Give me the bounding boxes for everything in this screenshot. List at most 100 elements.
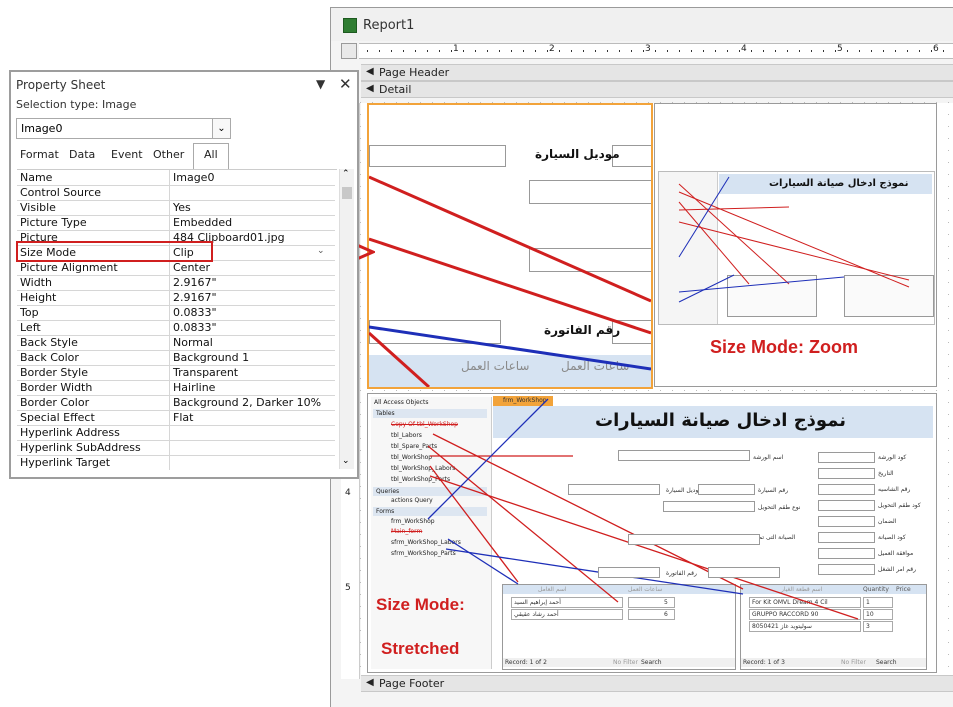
field-input[interactable] [598, 567, 660, 578]
ruler-tick [403, 50, 404, 52]
property-value[interactable]: 0.0833" [173, 306, 333, 319]
image-zoom[interactable]: نموذج ادخال صيانة السيارات Size Mode: Zo… [654, 103, 937, 387]
ruler-tick [847, 50, 848, 52]
property-value[interactable]: Image0 [173, 171, 333, 184]
property-row[interactable]: Left 0.0833" [17, 320, 335, 336]
ruler-tick [799, 50, 800, 52]
property-row[interactable]: Name Image0 [17, 170, 335, 186]
field-label: رقم الشاسيه [878, 486, 911, 493]
tab-other[interactable]: Other [148, 146, 189, 168]
property-row[interactable]: Width 2.9167" [17, 275, 335, 291]
property-row[interactable]: Back Style Normal [17, 335, 335, 351]
property-value[interactable]: Background 2, Darker 10% [173, 396, 333, 409]
property-row[interactable]: Hyperlink Address [17, 425, 335, 441]
ruler-number: 4 [741, 44, 747, 54]
property-row[interactable]: Control Source [17, 185, 335, 201]
ruler-tick [835, 50, 836, 52]
field-input[interactable] [818, 468, 875, 479]
scroll-thumb[interactable] [342, 187, 352, 199]
property-value[interactable]: Hairline [173, 381, 333, 394]
field-input[interactable] [818, 500, 875, 511]
property-value[interactable]: Transparent [173, 366, 333, 379]
field-input[interactable] [708, 567, 780, 578]
property-sheet-title: Property Sheet [16, 78, 106, 92]
field-input[interactable] [818, 564, 875, 575]
scroll-up-icon[interactable]: ⌃ [342, 169, 350, 179]
field-input[interactable] [663, 501, 755, 512]
dropdown-icon[interactable]: ▼ [316, 77, 325, 91]
ruler-tick [679, 50, 680, 52]
object-selector-combo[interactable]: Image0 ⌄ [16, 118, 231, 139]
field-input[interactable] [628, 534, 760, 545]
tab-format[interactable]: Format [15, 146, 64, 168]
ruler-tick [763, 50, 764, 52]
property-row[interactable]: Picture Type Embedded [17, 215, 335, 231]
ruler-tick [727, 50, 728, 52]
property-value[interactable]: Center [173, 261, 333, 274]
property-row[interactable]: Picture Alignment Center [17, 260, 335, 276]
scroll-down-icon[interactable]: ⌄ [342, 456, 350, 466]
property-value[interactable]: 0.0833" [173, 321, 333, 334]
close-icon[interactable]: ✕ [339, 75, 352, 93]
property-row[interactable]: Height 2.9167" [17, 290, 335, 306]
tab-data[interactable]: Data [64, 146, 100, 168]
property-value[interactable]: Normal [173, 336, 333, 349]
field-input[interactable] [818, 516, 875, 527]
ruler-tick [691, 50, 692, 52]
property-row[interactable]: Back Color Background 1 [17, 350, 335, 366]
tab-event[interactable]: Event [106, 146, 148, 168]
section-collapse-icon: ◀ [366, 83, 374, 94]
property-name: Border Width [20, 381, 93, 394]
property-value[interactable]: 2.9167" [173, 276, 333, 289]
property-scrollbar[interactable]: ⌃ ⌄ [339, 169, 354, 469]
page-header-label: Page Header [379, 66, 450, 79]
property-row[interactable]: Top 0.0833" [17, 305, 335, 321]
property-row[interactable]: Border Color Background 2, Darker 10% [17, 395, 335, 411]
property-row[interactable]: Border Style Transparent [17, 365, 335, 381]
page-footer-label: Page Footer [379, 677, 445, 690]
image-clip[interactable]: موديل السيارة رقم الفاتورة ساعات العمل س… [367, 103, 653, 389]
property-row[interactable]: Border Width Hairline [17, 380, 335, 396]
property-name: Height [20, 291, 57, 304]
zoom-thumbnail: نموذج ادخال صيانة السيارات [658, 171, 935, 325]
property-row[interactable]: Visible Yes [17, 200, 335, 216]
property-name: Left [20, 321, 41, 334]
property-row[interactable]: Hyperlink Target [17, 455, 335, 470]
property-value[interactable]: Yes [173, 201, 333, 214]
property-sheet[interactable]: Property Sheet ▼ ✕ Selection type: Image… [9, 70, 359, 479]
ruler-tick [415, 50, 416, 52]
chevron-down-icon[interactable]: ⌄ [212, 119, 230, 138]
property-value[interactable]: Embedded [173, 216, 333, 229]
field-input[interactable] [618, 450, 750, 461]
vruler-number: 4 [345, 488, 351, 498]
property-row[interactable]: Hyperlink SubAddress [17, 440, 335, 456]
property-value[interactable]: Flat [173, 411, 333, 424]
size-mode-dropdown-icon[interactable]: ⌄ [317, 246, 325, 256]
property-name: Visible [20, 201, 56, 214]
field-input[interactable] [568, 484, 660, 495]
detail-bar[interactable]: ◀ Detail [361, 81, 953, 98]
property-name: Top [20, 306, 39, 319]
property-name: Picture Type [20, 216, 87, 229]
property-value[interactable]: Background 1 [173, 351, 333, 364]
field-input[interactable] [818, 484, 875, 495]
property-value[interactable]: 2.9167" [173, 291, 333, 304]
field-input[interactable] [698, 484, 755, 495]
field-label: اسم الورشة [753, 454, 784, 461]
report-titlebar: Report1 [331, 8, 953, 41]
ruler-number: 1 [453, 44, 459, 54]
ruler-tick [439, 50, 440, 52]
field-input[interactable] [818, 532, 875, 543]
property-grid[interactable]: Name Image0 Control Source Visible Yes Pictur… [17, 169, 337, 470]
ruler-tick [643, 50, 644, 52]
tab-all[interactable]: All [193, 143, 229, 169]
zoom-arrows [678, 176, 910, 303]
field-input[interactable] [818, 548, 875, 559]
image-stretched[interactable]: All Access Objects Tables Queries action… [367, 393, 937, 673]
field-input[interactable] [818, 452, 875, 463]
property-row[interactable]: Special Effect Flat [17, 410, 335, 426]
ruler-tick [823, 50, 824, 52]
ruler-corner-button[interactable] [341, 43, 357, 59]
page-header-bar[interactable]: ◀ Page Header [361, 64, 953, 81]
field-label: التاريخ [878, 470, 894, 477]
